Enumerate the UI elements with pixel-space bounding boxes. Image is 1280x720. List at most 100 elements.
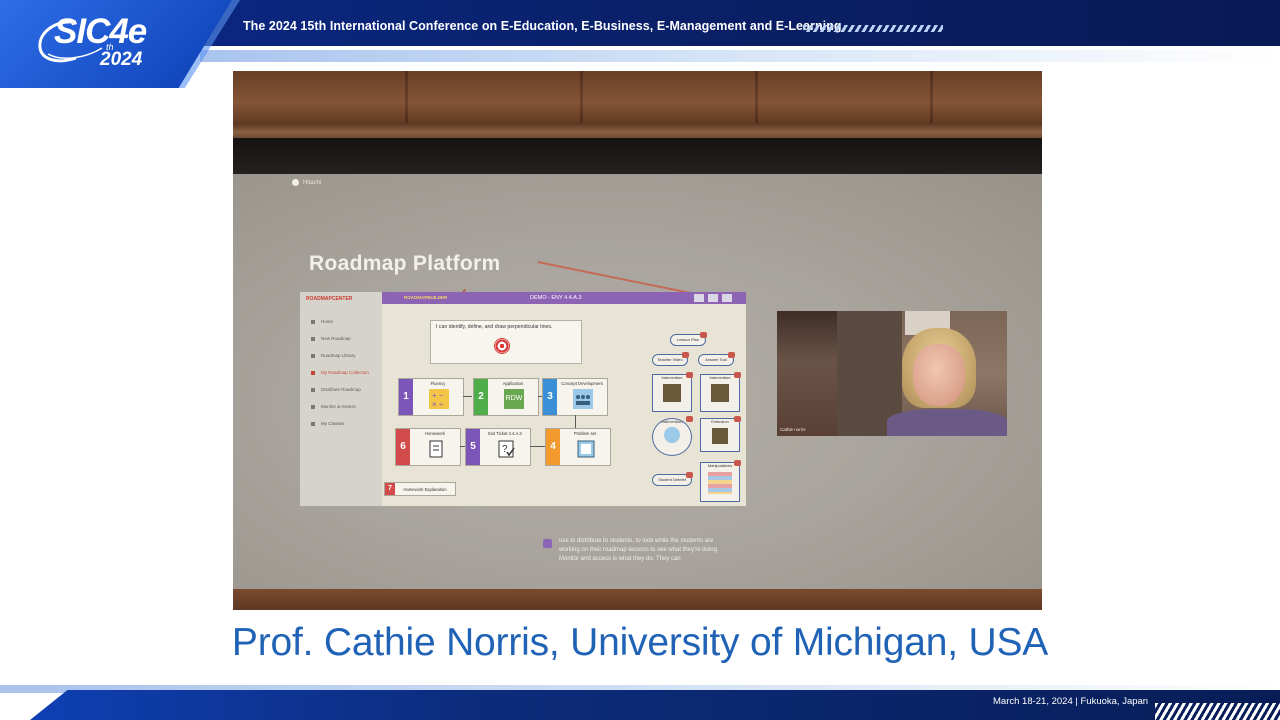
sidebar-item-library: Roadmap Library [311,353,356,358]
learning-objective: I can identify, define, and draw perpend… [430,320,582,364]
roadmap-step: 7 Homework Explanation [384,482,456,496]
flag-icon [734,416,741,422]
step-number: 3 [543,379,557,415]
resource-intervention: Intervention [700,372,741,412]
video-background [777,311,837,436]
objective-text: I can identify, define, and draw perpend… [436,324,553,330]
flag-icon [686,416,693,422]
app-sidebar-logo: ROADMAPCENTER [306,296,353,302]
step-number: 6 [396,429,410,465]
roadmap-step: 4 Problem set [545,428,611,466]
logo-text: SIC4e [54,12,147,51]
resource-teacher-video: Teacher Video [652,352,689,366]
app-sidebar: ROADMAPCENTER Home New Roadmap Roadmap L… [300,292,382,506]
target-icon [494,338,510,354]
flag-icon [700,332,707,338]
caption-icon [543,539,552,548]
step-label: Exit Ticket 4.4.A.3 [488,431,522,436]
sidebar-item-distribute: Distribute Roadmap [311,387,361,392]
clipboard-icon [311,387,315,392]
sidebar-item-classes: My Classes [311,421,344,426]
step-number: 5 [466,429,480,465]
plus-icon [311,336,315,341]
people-icon [311,421,315,426]
flag-icon [734,372,741,378]
question-check-icon: ? [498,440,515,458]
header-stripe-decoration [803,25,943,32]
logo-superscript: th [106,42,114,52]
sidebar-item-monitor: Monitor & Assess [311,404,356,409]
app-topbar: ROADMAPBUILDER DEMO - ENY 4.4.A.3 [382,292,746,304]
book-icon [663,384,681,402]
screen-caption: Hitachi [303,180,322,186]
svg-text:+ −: + − [432,391,444,400]
speaker-video-feed: Cathie norris [777,311,1007,436]
roadmap-step: 5 Exit Ticket 4.4.A.3 ? [465,428,531,466]
search-icon [311,353,315,358]
step-number: 2 [474,379,488,415]
resource-manipulatives: Manipulatives [700,460,741,502]
slide-title: Roadmap Platform [309,252,501,275]
step-connector [575,415,576,428]
conference-title: The 2024 15th International Conference o… [243,19,842,33]
resource-extension: Extension [700,416,741,452]
sidebar-item-home: Home [311,319,333,324]
roadmap-step: 2 Application RDW [473,378,539,416]
step-label: Homework Explanation [403,487,447,492]
resource-lesson-plan: Lesson Plan [670,332,707,346]
step-label: Homework [424,431,445,436]
flag-icon [686,472,693,478]
resource-intervention: Intervention [652,416,693,456]
step-label: Problem set [573,431,597,436]
app-topbar-logo: ROADMAPBUILDER [404,295,448,300]
rdw-icon: RDW [504,389,524,409]
roadmap-app-window: ROADMAPCENTER Home New Roadmap Roadmap L… [300,292,746,506]
resource-answer-tool: Answer Tool [698,352,735,366]
flag-icon [728,352,735,358]
svg-text:× ÷: × ÷ [432,400,444,409]
screen-indicator-icon [292,179,299,186]
step-label: Concept Development [561,381,603,386]
pointer-line [537,261,695,295]
conference-logo: SIC4e 2024 th [36,12,166,76]
flag-icon [686,372,693,378]
footer-stripe-decoration [1155,703,1280,720]
header-accent-band [200,50,1280,62]
resource-student-debrief: Student Debrief [652,472,693,486]
speaker-body [887,409,1007,436]
sidebar-item-collection: My Roadmap Collection [311,370,369,375]
step-connector [463,396,472,397]
projection-screen: Hitachi Roadmap Platform ROADMAPCENTER H… [233,174,1042,589]
chart-icon [311,404,315,409]
home-icon [311,319,315,324]
speaker-caption: Prof. Cathie Norris, University of Michi… [231,621,1049,664]
wrench-icon [311,370,315,375]
presentation-photo: Hitachi Roadmap Platform ROADMAPCENTER H… [233,71,1042,610]
step-label: Application [502,381,524,386]
worksheet-icon [577,440,595,458]
roadmap-step: 3 Concept Development [542,378,608,416]
app-toolbar-button [694,294,704,302]
app-toolbar-button [722,294,732,302]
book-icon [712,428,728,444]
step-number: 4 [546,429,560,465]
group-discussion-icon [573,389,593,409]
flag-icon [682,352,689,358]
step-label: Fluency [430,381,446,386]
logo-year: 2024 [100,49,143,70]
step-number: 7 [385,483,395,495]
roadmap-step: 1 Fluency + − × ÷ [398,378,464,416]
wood-panel-bottom [233,589,1042,610]
app-toolbar-button [708,294,718,302]
resource-intervention: Intervention [652,372,693,412]
manipulatives-icon [708,472,732,494]
step-number: 1 [399,379,413,415]
transcript-caption: use to distribute to students, to look w… [543,537,733,581]
video-participant-name: Cathie norris [780,427,806,432]
app-topbar-title: DEMO - ENY 4.4.A.3 [530,295,582,301]
transcript-text: use to distribute to students, to look w… [559,538,719,562]
notebook-icon [429,440,443,458]
math-operations-icon: + −× ÷ [429,389,449,409]
circle-icon [664,427,680,443]
speaker-face [913,344,965,406]
